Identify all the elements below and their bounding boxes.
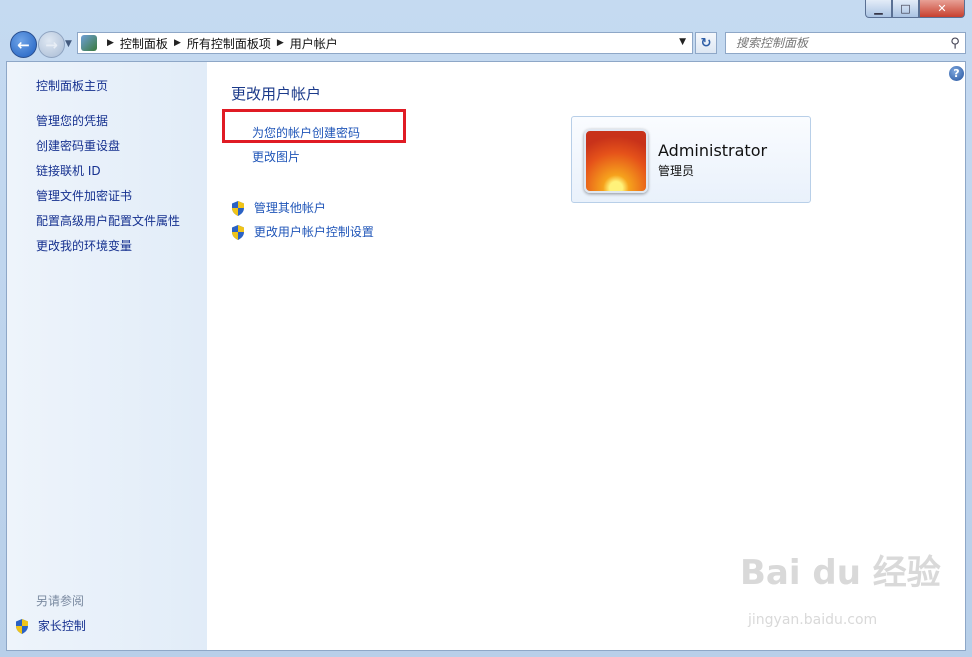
address-dropdown-icon[interactable]: ▼: [679, 37, 686, 47]
refresh-button[interactable]: ↻: [695, 32, 717, 54]
user-avatar: [584, 129, 648, 193]
sidebar-item-link-online-id[interactable]: 链接联机 ID: [36, 162, 101, 179]
breadcrumb-all-items[interactable]: 所有控制面板项: [187, 35, 271, 52]
sidebar-item-file-encryption-certs[interactable]: 管理文件加密证书: [36, 187, 132, 204]
see-also-heading: 另请参阅: [36, 594, 85, 608]
sidebar: 控制面板主页 管理您的凭据 创建密码重设盘 链接联机 ID 管理文件加密证书 配…: [7, 62, 207, 650]
page-title: 更改用户帐户: [231, 85, 322, 103]
user-role: 管理员: [658, 164, 695, 178]
forward-button[interactable]: →: [38, 31, 65, 58]
title-bar: ▁ □ ✕: [0, 0, 972, 26]
parental-controls-label: 家长控制: [37, 619, 86, 633]
address-bar[interactable]: ▶ 控制面板 ▶ 所有控制面板项 ▶ 用户帐户 ▼: [77, 32, 693, 54]
control-panel-window: ▁ □ ✕ ← → ▼ ▶ 控制面板 ▶ 所有控制面板项 ▶ 用户帐户 ▼ ↻ …: [0, 0, 972, 657]
search-box: ⚲: [725, 32, 966, 54]
refresh-icon: ↻: [700, 35, 712, 51]
close-button[interactable]: ✕: [919, 0, 965, 18]
uac-settings-link[interactable]: 更改用户帐户控制设置: [231, 223, 374, 240]
shield-icon: [232, 201, 244, 216]
minimize-button[interactable]: ▁: [865, 0, 892, 18]
maximize-button[interactable]: □: [892, 0, 919, 18]
navigation-bar: ← → ▼ ▶ 控制面板 ▶ 所有控制面板项 ▶ 用户帐户 ▼ ↻ ⚲: [0, 28, 972, 60]
watermark-logo: Bai du 经验: [740, 553, 941, 593]
sidebar-item-advanced-profile[interactable]: 配置高级用户配置文件属性: [36, 212, 180, 229]
breadcrumb-user-accounts[interactable]: 用户帐户: [290, 35, 338, 52]
user-name: Administrator: [658, 141, 768, 160]
change-picture-link[interactable]: 更改图片: [252, 148, 300, 165]
sidebar-item-parental-controls[interactable]: 家长控制: [15, 617, 86, 634]
sidebar-home-link[interactable]: 控制面板主页: [36, 77, 108, 94]
control-panel-icon: [81, 35, 97, 51]
arrow-left-icon: ←: [17, 35, 30, 54]
recent-pages-dropdown[interactable]: ▼: [65, 39, 72, 49]
sidebar-item-env-variables[interactable]: 更改我的环境变量: [36, 237, 132, 254]
chevron-down-icon: ▼: [65, 39, 72, 49]
back-button[interactable]: ←: [10, 31, 37, 58]
shield-icon: [232, 225, 244, 240]
question-icon: ?: [953, 67, 960, 80]
search-icon[interactable]: ⚲: [945, 36, 965, 51]
create-password-link[interactable]: 为您的帐户创建密码: [252, 124, 360, 141]
breadcrumb-arrow-icon[interactable]: ▶: [107, 38, 114, 48]
sidebar-item-password-reset-disk[interactable]: 创建密码重设盘: [36, 137, 120, 154]
search-input[interactable]: [734, 35, 945, 51]
user-account-card: Administrator 管理员: [571, 116, 811, 203]
breadcrumb-arrow-icon[interactable]: ▶: [174, 38, 181, 48]
breadcrumb-control-panel[interactable]: 控制面板: [120, 35, 168, 52]
help-button[interactable]: ?: [949, 66, 964, 81]
manage-other-accounts-label: 管理其他帐户: [253, 201, 326, 215]
arrow-right-icon: →: [45, 35, 58, 54]
manage-other-accounts-link[interactable]: 管理其他帐户: [231, 199, 326, 216]
uac-settings-label: 更改用户帐户控制设置: [253, 225, 374, 239]
breadcrumb-arrow-icon[interactable]: ▶: [277, 38, 284, 48]
shield-icon: [16, 619, 28, 634]
sidebar-item-manage-credentials[interactable]: 管理您的凭据: [36, 112, 108, 129]
watermark-url: jingyan.baidu.com: [748, 612, 878, 628]
